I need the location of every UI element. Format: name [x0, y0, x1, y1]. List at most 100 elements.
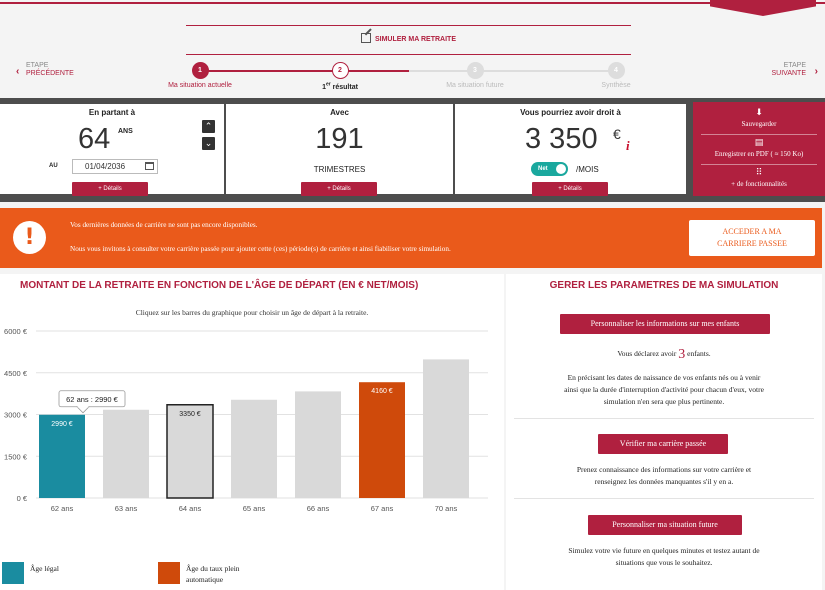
y-tick-label: 0 €	[17, 494, 28, 503]
y-tick-label: 6000 €	[4, 327, 28, 336]
age-increment-button[interactable]: ⌃	[202, 120, 215, 133]
actions-panel: ⬇ Sauvegarder ▤ Enregistrer en PDF ( ≈ 1…	[693, 102, 825, 196]
bar-64-ans[interactable]	[166, 404, 214, 499]
next-step-button[interactable]: › ETAPE SUIVANTE	[756, 62, 819, 78]
per-month-label: /MOIS	[576, 165, 599, 174]
simulation-params-panel: GERER LES PARAMETRES DE MA SIMULATION Pe…	[506, 274, 822, 590]
step-future-situation[interactable]: 3 Ma situation future	[415, 62, 535, 89]
simulate-bar-bottom-border	[186, 54, 631, 55]
download-icon: ⬇	[755, 108, 763, 118]
step-first-result[interactable]: 2 1er résultat	[280, 62, 400, 91]
value-label: 2990 €	[51, 421, 73, 428]
grid-icon: ⠿	[755, 168, 763, 178]
quarters-details-button[interactable]: + Détails	[301, 182, 377, 196]
pdf-icon: ▤	[754, 138, 764, 148]
save-pdf-button[interactable]: ▤ Enregistrer en PDF ( ≈ 150 Ko)	[693, 138, 825, 158]
legend-label-full-rate-age: Âge du taux plein automatique	[186, 563, 240, 585]
bar-67-ans[interactable]	[359, 382, 405, 498]
simulate-bar-top-border	[186, 25, 631, 26]
children-desc-line: simulation n'en sera que plus pertinente…	[603, 397, 725, 406]
step-label: Ma situation actuelle	[168, 82, 232, 89]
children-desc-line: ainsi que la durée d'interruption d'acti…	[564, 385, 764, 394]
future-desc-line: Simulez votre vie future en quelques min…	[568, 546, 760, 555]
age-details-button[interactable]: + Détails	[72, 182, 148, 196]
quarters-value: 191	[315, 123, 364, 155]
params-title: GERER LES PARAMETRES DE MA SIMULATION	[549, 280, 779, 291]
age-decrement-button[interactable]: ⌄	[202, 137, 215, 150]
y-tick-label: 1500 €	[4, 452, 28, 461]
simulate-retirement-label: SIMULER MA RETRAITE	[374, 36, 457, 43]
amount-details-button[interactable]: + Détails	[532, 182, 608, 196]
chart-instructions: Cliquez sur les barres du graphique pour…	[135, 308, 369, 317]
pension-chart-panel: MONTANT DE LA RETRAITE EN FONCTION DE L'…	[0, 274, 504, 590]
legend-full-rate-line-1: Âge du taux plein	[186, 564, 240, 573]
bar-70-ans[interactable]	[423, 359, 469, 498]
toggle-label: Net	[538, 166, 548, 172]
info-icon[interactable]: i	[626, 138, 630, 154]
access-past-career-button[interactable]: ACCEDER A MA CARRIERE PASSEE	[689, 220, 815, 256]
page: SIMULER MA RETRAITE ‹ ETAPE PRÉCÉDENTE 1 …	[0, 0, 825, 590]
step-current-situation[interactable]: 1 Ma situation actuelle	[140, 62, 260, 89]
simulate-retirement-tab[interactable]: SIMULER MA RETRAITE	[186, 30, 631, 50]
steps-bar: ‹ ETAPE PRÉCÉDENTE 1 Ma situation actuell…	[0, 60, 825, 98]
next-step-label-1: ETAPE	[783, 62, 806, 69]
value-label: 3350 €	[179, 411, 201, 418]
quarters-unit: TRIMESTRES	[313, 165, 366, 174]
departure-age-title: En partant à	[88, 108, 136, 117]
career-data-alert: ! Vos dernières données de carrière ne s…	[0, 208, 822, 268]
x-tick-label: 62 ans	[51, 504, 74, 513]
divider	[514, 418, 814, 419]
bar-66-ans[interactable]	[295, 391, 341, 498]
x-tick-label: 67 ans	[371, 504, 394, 513]
step-label: Synthèse	[601, 82, 631, 89]
children-description: En précisant les dates de naissance de v…	[526, 372, 802, 408]
next-step-label-2: SUIVANTE	[771, 70, 807, 77]
bar-65-ans[interactable]	[231, 399, 277, 498]
calendar-icon[interactable]	[145, 162, 154, 170]
career-desc-line: renseignez les données manquantes s'il y…	[594, 477, 734, 486]
save-button[interactable]: ⬇ Sauvegarder	[693, 108, 825, 128]
step-synthesis[interactable]: 4 Synthèse	[556, 62, 676, 89]
customize-future-button[interactable]: Personnaliser ma situation future	[588, 515, 742, 535]
previous-step-label-1: ETAPE	[26, 62, 49, 69]
step-label: Ma situation future	[446, 82, 504, 89]
chevron-left-icon: ‹	[16, 66, 20, 77]
header-top-line	[0, 2, 825, 4]
divider	[701, 164, 817, 165]
previous-step-button[interactable]: ‹ ETAPE PRÉCÉDENTE	[16, 62, 74, 78]
x-tick-label: 63 ans	[115, 504, 138, 513]
edit-icon	[360, 33, 371, 43]
bar-63-ans[interactable]	[103, 409, 149, 498]
legend-swatch-legal-age	[2, 562, 24, 584]
children-post: enfants.	[687, 349, 711, 358]
value-label: 4160 €	[371, 388, 393, 395]
chevron-right-icon: ›	[814, 66, 818, 77]
children-desc-line: En précisant les dates de naissance de v…	[567, 373, 761, 382]
customize-children-button[interactable]: Personnaliser les informations sur mes e…	[560, 314, 770, 334]
step-number: 4	[607, 62, 625, 79]
tooltip-pointer	[76, 406, 90, 414]
currency-symbol: €	[613, 126, 621, 142]
pension-amount-title: Vous pourriez avoir droit à	[520, 108, 621, 117]
more-features-button[interactable]: ⠿ + de fonctionnalités	[693, 168, 825, 188]
legend-label-legal-age: Âge légal	[30, 564, 59, 573]
warning-icon: !	[13, 221, 46, 254]
access-career-label-2: CARRIERE PASSEE	[717, 239, 787, 248]
departure-age-unit: ANS	[118, 128, 133, 135]
verify-career-button[interactable]: Vérifier ma carrière passée	[598, 434, 728, 454]
toggle-knob	[556, 164, 566, 174]
previous-step-label-2: PRÉCÉDENTE	[26, 70, 74, 77]
legend-swatch-full-rate-age	[158, 562, 180, 584]
departure-age-value: 64	[78, 123, 111, 155]
departure-age-card: En partant à 64 ANS ⌃ ⌄ AU 01/04/2036 + …	[0, 104, 224, 196]
quarters-card: Avec 191 TRIMESTRES + Détails	[226, 104, 453, 196]
pension-bar-chart[interactable]: 0 € 1500 € 3000 € 4500 € 6000 € 62 ans 2990 € 6…	[0, 324, 504, 514]
save-pdf-label: Enregistrer en PDF ( ≈ 150 Ko)	[714, 150, 804, 158]
legend-full-rate-line-2: automatique	[186, 575, 224, 584]
net-gross-toggle[interactable]: Net	[531, 162, 568, 176]
children-count-text: Vous déclarez avoir 3 enfants.	[526, 348, 802, 362]
career-description: Prenez connaissance des informations sur…	[526, 464, 802, 488]
header-tab[interactable]	[710, 0, 816, 16]
step-number: 3	[466, 62, 484, 79]
future-description: Simulez votre vie future en quelques min…	[526, 545, 802, 569]
